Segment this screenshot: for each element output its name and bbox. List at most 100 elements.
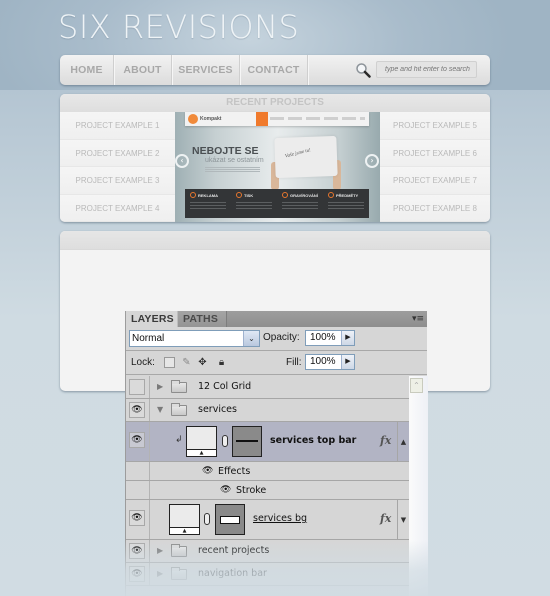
layer-thumbnail: ▲ [186,426,217,457]
fx-icon[interactable]: fx [380,434,391,447]
vector-mask-thumbnail [232,426,262,457]
scroll-up-icon[interactable]: ⌃ [410,378,423,393]
collapse-effects-icon[interactable]: ▲ [397,422,409,461]
layer-row[interactable]: ▶ 12 Col Grid [126,376,409,399]
chevron-down-icon[interactable]: ⌄ [243,331,259,346]
carousel-subheading: ukázat se ostatním [205,157,264,164]
effects-row[interactable]: 👁︎ Effects [126,462,409,481]
link-chain-icon[interactable] [222,435,228,447]
carousel-description [205,167,260,172]
nav-contact[interactable]: CONTACT [240,55,308,85]
lock-label: Lock: [131,357,155,368]
lock-image-pixels-icon[interactable]: ✎ [181,357,192,368]
project-link[interactable]: PROJECT EXAMPLE 3 [60,167,175,195]
expand-triangle-icon[interactable]: ▶ [157,382,163,391]
column-divider [149,481,150,499]
folder-icon [171,544,187,557]
layer-thumbnail: ▲ [169,504,200,535]
project-link[interactable]: PROJECT EXAMPLE 7 [380,167,490,195]
eye-icon[interactable]: 👁︎ [129,566,145,582]
layer-name: services [198,404,237,415]
feature-text [328,202,364,211]
project-link[interactable]: PROJECT EXAMPLE 8 [380,194,490,222]
blend-mode-select[interactable]: Normal ⌄ [129,330,260,347]
eye-icon[interactable]: 👁︎ [129,543,145,559]
fill-value: 100% [310,356,336,367]
carousel-features-band: REKLAMA TISK GRAVÍROVÁNÍ PŘEDMĚTY [185,189,369,218]
vector-mask-thumbnail [215,504,245,535]
collapse-triangle-icon[interactable]: ▼ [157,405,163,414]
feature-text [282,202,318,211]
column-divider [149,462,150,480]
layer-name: services bg [253,513,308,524]
blend-row: Normal ⌄ Opacity: 100% ▶ [126,327,427,351]
layers-scrollbar[interactable]: ⌃ [409,376,428,596]
tab-paths[interactable]: PATHS [177,311,227,327]
project-link[interactable]: PROJECT EXAMPLE 4 [60,194,175,222]
column-divider [149,540,150,562]
expand-effects-icon[interactable]: ▼ [397,500,409,539]
lock-row: Lock: ✎ ✥ 🔒︎ Fill: 100% ▶ [126,351,427,375]
layer-row[interactable]: 👁︎ ▶ recent projects [126,540,409,563]
layer-row[interactable]: 👁︎ ▶ navigation bar [126,563,409,586]
project-link[interactable]: PROJECT EXAMPLE 6 [380,139,490,167]
opacity-field[interactable]: 100% ▶ [305,330,355,346]
fill-field[interactable]: 100% ▶ [305,354,355,370]
lock-transparent-pixels-icon[interactable] [164,357,175,368]
services-top-bar [60,231,490,250]
feature-item: GRAVÍROVÁNÍ [277,189,323,218]
feature-item: REKLAMA [185,189,231,218]
lock-position-icon[interactable]: ✥ [197,357,208,368]
column-divider [149,563,150,585]
nav-services[interactable]: SERVICES [172,55,240,85]
fill-slider-arrow-icon[interactable]: ▶ [341,355,354,369]
folder-icon [171,567,187,580]
nav-about[interactable]: ABOUT [114,55,172,85]
stroke-effect-row[interactable]: 👁︎ Stroke [126,481,409,500]
folder-icon [171,403,187,416]
nav-home[interactable]: HOME [60,55,114,85]
carousel-prev-icon[interactable]: ‹ [175,154,189,168]
panel-menu-icon[interactable]: ▾≡ [410,313,424,325]
visibility-toggle-off[interactable] [129,379,145,395]
tab-layers[interactable]: LAYERS [126,311,177,327]
fx-icon[interactable]: fx [380,512,391,525]
eye-icon[interactable]: 👁︎ [129,432,145,448]
expand-triangle-icon[interactable]: ▶ [157,546,163,555]
search-input[interactable] [376,61,477,78]
project-link[interactable]: PROJECT EXAMPLE 2 [60,139,175,167]
lock-all-icon[interactable]: 🔒︎ [216,357,227,368]
eye-icon[interactable]: 👁︎ [129,510,145,526]
opacity-label: Opacity: [263,332,300,343]
feature-text [190,202,226,211]
project-list-left: PROJECT EXAMPLE 1 PROJECT EXAMPLE 2 PROJ… [60,112,175,222]
carousel-site-header: Kompakt [185,112,369,126]
eye-icon[interactable]: 👁︎ [129,402,145,418]
opacity-slider-arrow-icon[interactable]: ▶ [341,331,354,345]
layer-list: ▶ 12 Col Grid 👁︎ ▼ services 👁︎ ↲ ▲ servi… [126,376,409,596]
layers-panel-tabs: LAYERS PATHS ▾≡ [126,311,427,327]
feature-title: GRAVÍROVÁNÍ [290,192,318,198]
column-divider [149,500,150,539]
carousel-next-icon[interactable]: › [365,154,379,168]
feature-icon [282,192,288,198]
carousel-nav-active [256,112,268,126]
link-chain-icon[interactable] [204,513,210,525]
layer-row[interactable]: 👁︎ ▼ services [126,399,409,422]
search-icon[interactable] [355,62,371,78]
fill-label: Fill: [286,357,302,368]
expand-triangle-icon[interactable]: ▶ [157,569,163,578]
kompakt-logo-icon [188,114,198,124]
eye-icon[interactable]: 👁︎ [202,466,213,476]
layer-name: 12 Col Grid [198,381,252,392]
layer-row[interactable]: 👁︎ ▲ services bg fx ▼ [126,500,409,540]
layer-row-selected[interactable]: 👁︎ ↲ ▲ services top bar fx ▲ [126,422,409,462]
recent-projects-panel: RECENT PROJECTS PROJECT EXAMPLE 1 PROJEC… [60,94,490,222]
project-link[interactable]: PROJECT EXAMPLE 5 [380,112,490,140]
site-title: SIX REVISIONS [58,8,300,46]
project-list-right: PROJECT EXAMPLE 5 PROJECT EXAMPLE 6 PROJ… [380,112,490,222]
carousel-nav-items [270,117,365,120]
project-link[interactable]: PROJECT EXAMPLE 1 [60,112,175,140]
eye-icon[interactable]: 👁︎ [220,485,231,495]
carousel-paper-image: Vaše jsme tu! [274,135,338,179]
